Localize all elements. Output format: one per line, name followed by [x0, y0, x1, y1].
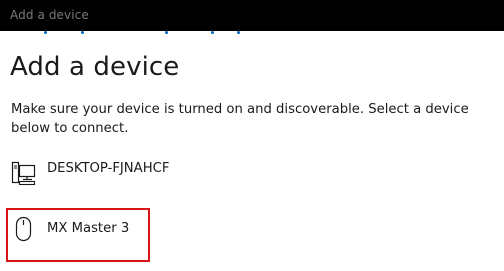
progress-dot — [211, 31, 214, 34]
progress-dot — [165, 31, 168, 34]
desktop-computer-icon — [11, 159, 37, 187]
progress-dot — [81, 31, 84, 34]
device-name: DESKTOP-FJNAHCF — [47, 161, 170, 176]
page-description: Make sure your device is turned on and d… — [11, 102, 469, 136]
progress-dot — [44, 31, 47, 34]
scanning-progress-indicator — [0, 31, 504, 37]
device-item-desktop[interactable]: DESKTOP-FJNAHCF — [11, 155, 491, 195]
add-device-window: Add a device Add a device Make sure your… — [0, 0, 504, 271]
page-title: Add a device — [10, 52, 180, 82]
title-bar[interactable]: Add a device — [0, 0, 504, 31]
window-title: Add a device — [10, 8, 89, 22]
progress-dot — [237, 31, 240, 34]
selection-highlight — [6, 208, 150, 262]
